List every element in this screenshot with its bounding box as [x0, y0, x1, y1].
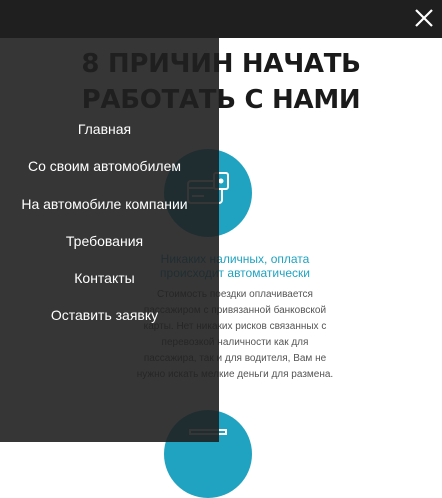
menu-item-apply[interactable]: Оставить заявку — [0, 299, 209, 336]
menu-item-requirements[interactable]: Требования — [0, 225, 209, 262]
close-menu-button[interactable] — [410, 4, 438, 32]
menu-item-company-car[interactable]: На автомобиле компании — [0, 188, 209, 225]
navigation-menu: Главная Со своим автомобилем На автомоби… — [0, 113, 209, 337]
top-bar — [0, 0, 442, 38]
close-icon — [415, 9, 433, 27]
menu-item-home[interactable]: Главная — [0, 113, 209, 150]
navigation-menu-overlay: Главная Со своим автомобилем На автомоби… — [0, 0, 219, 442]
menu-item-contacts[interactable]: Контакты — [0, 262, 209, 299]
menu-item-own-car[interactable]: Со своим автомобилем — [0, 150, 209, 187]
